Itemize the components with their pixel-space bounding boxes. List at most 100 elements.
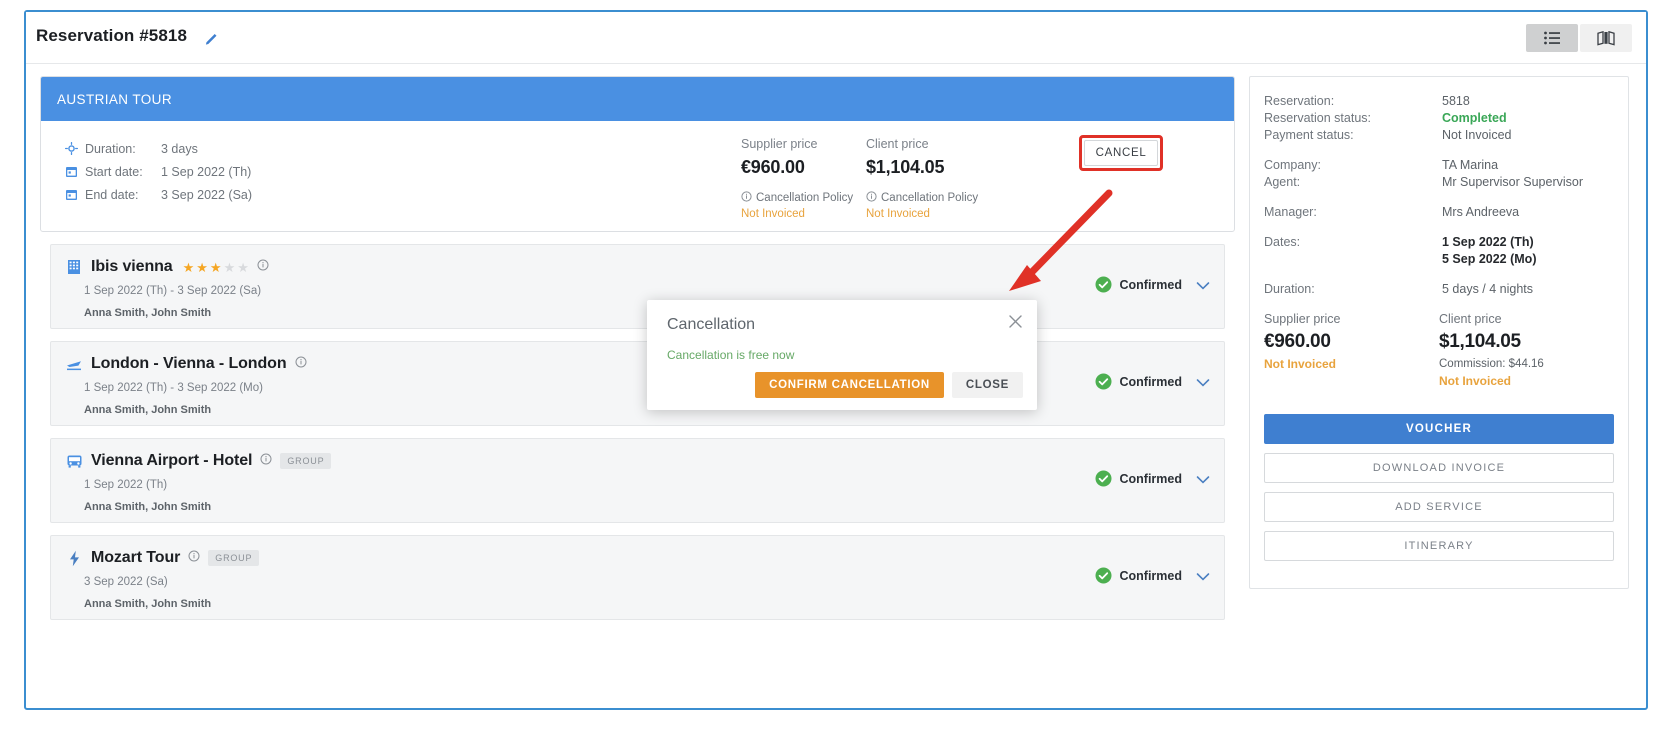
tour-detail-value: 3 Sep 2022 (Sa) <box>161 187 253 202</box>
add-service-button[interactable]: ADD SERVICE <box>1264 492 1614 522</box>
chevron-down-icon[interactable] <box>1196 375 1210 393</box>
reservation-sidebar: Reservation: 5818 Reservation status: Co… <box>1249 76 1629 620</box>
info-icon[interactable] <box>260 452 272 470</box>
tour-detail-label: End date: <box>85 187 139 202</box>
service-status-text: Confirmed <box>1119 277 1183 292</box>
summary-row-payment-status: Payment status: Not Invoiced <box>1264 127 1614 144</box>
modal-actions: CONFIRM CANCELLATION CLOSE <box>755 372 1023 398</box>
service-row-activity[interactable]: Mozart Tour GROUP 3 Sep 2022 (Sa) Anna S… <box>50 535 1225 620</box>
summary-value: 5 Sep 2022 (Mo) <box>1442 252 1537 266</box>
service-status: Confirmed <box>1095 567 1182 584</box>
chevron-down-icon[interactable] <box>1196 569 1210 587</box>
summary-value: Not Invoiced <box>1442 128 1512 142</box>
supplier-price-label: Supplier price <box>741 137 818 151</box>
supplier-payment-status: Not Invoiced <box>741 208 805 220</box>
download-invoice-button[interactable]: DOWNLOAD INVOICE <box>1264 453 1614 483</box>
cancel-button-highlight: CANCEL <box>1079 135 1163 171</box>
supplier-price-amount: €960.00 <box>1264 331 1331 352</box>
voucher-button[interactable]: VOUCHER <box>1264 414 1614 444</box>
client-price-label: Client price <box>1439 312 1502 326</box>
summary-row-agent: Agent: Mr Supervisor Supervisor <box>1264 174 1614 191</box>
map-view-icon[interactable] <box>1580 24 1632 52</box>
itinerary-button[interactable]: ITINERARY <box>1264 531 1614 561</box>
service-dates: 1 Sep 2022 (Th) - 3 Sep 2022 (Mo) <box>84 382 263 394</box>
info-icon <box>866 191 877 205</box>
pencil-icon[interactable] <box>204 30 220 46</box>
transfer-bus-icon <box>65 452 83 470</box>
summary-key <box>1264 251 1442 268</box>
tour-detail-rows: Duration: 3 days Start date: 1 Sep 2022 … <box>65 137 252 206</box>
group-tag: GROUP <box>208 550 260 566</box>
service-row-hotel[interactable]: Ibis vienna ★ ★ ★ ★ ★ 1 Sep 2022 (Th) - … <box>50 244 1225 329</box>
tour-detail-label: Start date: <box>85 164 143 179</box>
tour-banner-title: AUSTRIAN TOUR <box>57 91 172 107</box>
summary-key: Reservation: <box>1264 94 1335 108</box>
service-status: Confirmed <box>1095 373 1182 390</box>
service-list: Ibis vienna ★ ★ ★ ★ ★ 1 Sep 2022 (Th) - … <box>40 244 1235 620</box>
chevron-down-icon[interactable] <box>1196 472 1210 490</box>
client-cancellation-policy[interactable]: Cancellation Policy <box>866 191 978 205</box>
sidebar-prices: Supplier price €960.00 Not Invoiced Clie… <box>1264 312 1614 388</box>
service-name: Vienna Airport - Hotel <box>91 452 253 469</box>
summary-row-duration: Duration: 5 days / 4 nights <box>1264 281 1614 298</box>
tour-detail-value: 1 Sep 2022 (Th) <box>161 164 252 179</box>
service-status: Confirmed <box>1095 470 1183 487</box>
cancel-button[interactable]: CANCEL <box>1084 140 1158 166</box>
screenshot-root: Reservation #5818 AUSTRIAN TOUR Duration… <box>0 0 1670 754</box>
sun-icon <box>65 142 85 155</box>
supplier-cancellation-policy[interactable]: Cancellation Policy <box>741 191 853 205</box>
star-icon: ★ <box>237 259 249 275</box>
summary-row-company: Company: TA Marina <box>1264 157 1614 174</box>
chevron-down-icon[interactable] <box>1196 278 1210 296</box>
info-icon <box>741 191 752 205</box>
sidebar-actions: VOUCHER DOWNLOAD INVOICE ADD SERVICE ITI… <box>1264 414 1614 561</box>
service-row-flight[interactable]: London - Vienna - London 1 Sep 2022 (Th)… <box>50 341 1225 426</box>
calendar-icon <box>65 165 85 178</box>
star-rating: ★ ★ ★ ★ ★ <box>183 261 249 274</box>
close-icon[interactable] <box>1008 314 1023 334</box>
service-status-text: Confirmed <box>1119 471 1183 486</box>
sidebar-supplier-price: Supplier price €960.00 Not Invoiced <box>1264 312 1439 388</box>
service-title-line: London - Vienna - London <box>65 355 307 373</box>
summary-value: 1 Sep 2022 (Th) <box>1442 235 1534 249</box>
service-dates: 3 Sep 2022 (Sa) <box>84 576 168 588</box>
summary-row-reservation-status: Reservation status: Completed <box>1264 110 1614 127</box>
service-name: Mozart Tour <box>91 549 181 566</box>
confirm-cancellation-button[interactable]: CONFIRM CANCELLATION <box>755 372 944 398</box>
client-policy-text: Cancellation Policy <box>881 192 979 204</box>
summary-key: Agent: <box>1264 175 1301 189</box>
service-dates: 1 Sep 2022 (Th) - 3 Sep 2022 (Sa) <box>84 285 262 297</box>
tour-detail-start-date: Start date: 1 Sep 2022 (Th) <box>65 160 252 183</box>
service-row-transfer[interactable]: Vienna Airport - Hotel GROUP 1 Sep 2022 … <box>50 438 1225 523</box>
cancellation-modal: Cancellation Cancellation is free now CO… <box>647 300 1037 410</box>
info-icon[interactable] <box>257 258 269 276</box>
check-circle-icon <box>1095 470 1112 487</box>
tour-banner: AUSTRIAN TOUR <box>41 77 1234 121</box>
info-icon[interactable] <box>188 549 200 567</box>
tour-detail-end-date: End date: 3 Sep 2022 (Sa) <box>65 183 252 206</box>
star-icon: ★ <box>182 259 195 275</box>
app-header: Reservation #5818 <box>26 12 1646 64</box>
service-passengers: Anna Smith, John Smith <box>84 501 212 513</box>
tour-supplier-price: Supplier price €960.00 Cancellation Poli… <box>741 137 853 220</box>
modal-title: Cancellation <box>667 316 756 333</box>
list-view-icon[interactable] <box>1526 24 1578 52</box>
info-icon[interactable] <box>295 355 307 373</box>
status-badge: Completed <box>1442 111 1507 125</box>
view-toggle <box>1526 24 1632 52</box>
supplier-price-amount: €960.00 <box>741 157 805 177</box>
client-price-amount: $1,104.05 <box>1439 331 1521 352</box>
summary-value: TA Marina <box>1442 158 1499 172</box>
close-modal-button[interactable]: CLOSE <box>951 372 1023 398</box>
service-title-line: Ibis vienna ★ ★ ★ ★ ★ <box>65 258 269 276</box>
summary-value: Mrs Andreeva <box>1442 205 1520 219</box>
tour-card: AUSTRIAN TOUR Duration: 3 days Start dat… <box>40 76 1235 232</box>
star-icon: ★ <box>209 259 222 275</box>
client-price-label: Client price <box>866 137 929 151</box>
summary-row-manager: Manager: Mrs Andreeva <box>1264 204 1614 221</box>
client-payment-status: Not Invoiced <box>866 208 930 220</box>
tour-detail-label: Duration: <box>85 141 136 156</box>
